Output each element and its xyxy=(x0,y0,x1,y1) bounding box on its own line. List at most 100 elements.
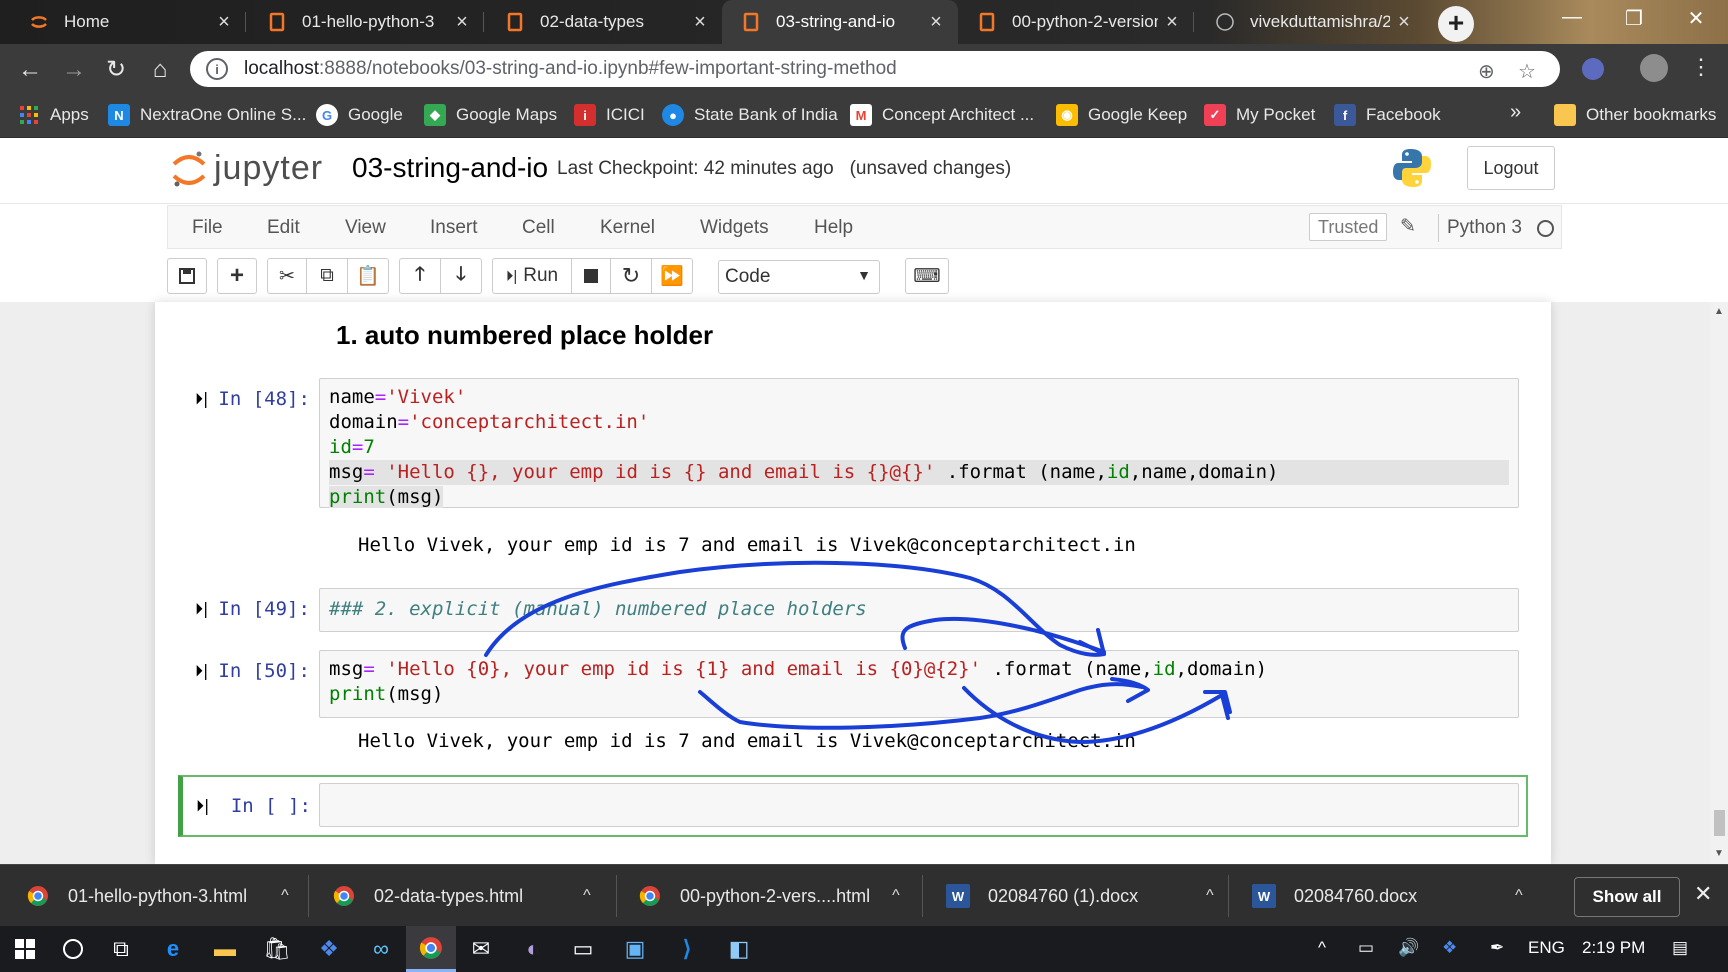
eclipse-icon[interactable]: ◐ xyxy=(508,926,558,972)
tab-00-python-2-version[interactable]: 00-python-2-version × xyxy=(958,0,1194,44)
menu-view[interactable]: View xyxy=(345,217,386,239)
command-palette-button[interactable]: ⌨ xyxy=(905,258,949,294)
download-item[interactable]: 02-data-types.html ^ xyxy=(332,880,591,912)
store-icon[interactable]: 🛍 xyxy=(252,926,302,972)
remote-desktop-icon[interactable]: ▣ xyxy=(610,926,660,972)
run-cell-icon[interactable]: ⏵| xyxy=(195,661,208,681)
edge-icon[interactable]: e xyxy=(148,926,198,972)
tab-github[interactable]: vivekduttamishra/20 × xyxy=(1196,0,1426,44)
reload-icon[interactable]: ↻ xyxy=(102,56,130,84)
cut-button[interactable]: ✂ xyxy=(267,258,307,294)
logout-button[interactable]: Logout xyxy=(1467,146,1555,190)
bookmark-concept-architect[interactable]: M Concept Architect ... xyxy=(850,104,1034,126)
notes-icon[interactable]: ◧ xyxy=(714,926,764,972)
scroll-up-icon[interactable]: ▲ xyxy=(1714,306,1724,317)
menu-help[interactable]: Help xyxy=(814,217,853,239)
infinity-icon[interactable]: ∞ xyxy=(356,926,406,972)
dropbox-tray-icon[interactable]: ❖ xyxy=(1442,938,1457,958)
insert-cell-button[interactable]: + xyxy=(217,258,257,294)
show-all-button[interactable]: Show all xyxy=(1574,877,1680,917)
info-icon[interactable]: i xyxy=(206,58,228,80)
tab-home[interactable]: Home × xyxy=(10,0,246,44)
close-icon[interactable]: × xyxy=(686,11,714,34)
close-icon[interactable]: ✕ xyxy=(1694,881,1712,907)
cell-48-input[interactable]: name='Vivek' domain='conceptarchitect.in… xyxy=(319,378,1519,508)
close-icon[interactable]: × xyxy=(1390,11,1418,34)
task-view-icon[interactable]: ⧉ xyxy=(96,926,146,972)
save-button[interactable] xyxy=(167,258,207,294)
file-explorer-icon[interactable]: ▬ xyxy=(200,926,250,972)
bookmark-icici[interactable]: i ICICI xyxy=(574,104,645,126)
download-item[interactable]: 00-python-2-vers....html ^ xyxy=(638,880,900,912)
close-icon[interactable]: × xyxy=(448,11,476,34)
search-icon[interactable] xyxy=(48,926,98,972)
language-indicator[interactable]: ENG xyxy=(1528,938,1565,958)
bookmark-facebook[interactable]: f Facebook xyxy=(1334,104,1441,126)
vscode-icon[interactable]: ⟩ xyxy=(662,926,712,972)
download-item[interactable]: W 02084760.docx ^ xyxy=(1252,880,1523,912)
copy-button[interactable]: ⧉ xyxy=(306,258,348,294)
chevron-up-icon[interactable]: ^ xyxy=(281,887,289,905)
scrollbar-thumb[interactable] xyxy=(1714,810,1725,836)
cell-type-select[interactable]: Code ▼ xyxy=(718,260,880,294)
menu-cell[interactable]: Cell xyxy=(522,217,555,239)
dropbox-icon[interactable]: ❖ xyxy=(304,926,354,972)
restore-icon[interactable]: ❐ xyxy=(1614,6,1654,31)
vertical-scrollbar[interactable]: ▲ ▼ xyxy=(1710,302,1728,864)
paste-button[interactable]: 📋 xyxy=(347,258,389,294)
mail-icon[interactable]: ✉ xyxy=(456,926,506,972)
run-button[interactable]: ⏵| Run xyxy=(492,258,572,294)
bookmark-google-keep[interactable]: ◉ Google Keep xyxy=(1056,104,1187,126)
extension-icon[interactable] xyxy=(1582,58,1604,80)
bookmark-sbi[interactable]: ● State Bank of India xyxy=(662,104,838,126)
empty-cell-input[interactable] xyxy=(319,783,1519,827)
chevron-up-icon[interactable]: ^ xyxy=(583,887,591,905)
bookmark-apps[interactable]: Apps xyxy=(18,104,89,126)
bookmark-google[interactable]: G Google xyxy=(316,104,403,126)
empty-cell-prompt[interactable]: ⏵| In [ ]: xyxy=(196,795,311,817)
chevron-up-icon[interactable]: ^ xyxy=(1318,938,1326,958)
forward-icon[interactable]: → xyxy=(60,56,88,84)
run-cell-icon[interactable]: ⏵| xyxy=(196,796,209,816)
pen-icon[interactable]: ✒ xyxy=(1490,938,1504,958)
battery-icon[interactable]: ▭ xyxy=(1358,938,1374,958)
chevron-up-icon[interactable]: ^ xyxy=(1206,887,1214,905)
jupyter-logo[interactable]: jupyter xyxy=(172,148,323,188)
chevron-up-icon[interactable]: ^ xyxy=(892,887,900,905)
bookmark-nextraone[interactable]: N NextraOne Online S... xyxy=(108,104,306,126)
menu-edit[interactable]: Edit xyxy=(267,217,300,239)
move-up-button[interactable]: 🡑 xyxy=(399,258,441,294)
notebook-name[interactable]: 03-string-and-io xyxy=(352,152,548,184)
close-icon[interactable]: × xyxy=(922,11,950,34)
tab-02-data-types[interactable]: 02-data-types × xyxy=(486,0,722,44)
volume-icon[interactable]: 🔊 xyxy=(1398,938,1419,958)
scroll-down-icon[interactable]: ▼ xyxy=(1714,848,1724,859)
menu-insert[interactable]: Insert xyxy=(430,217,478,239)
run-cell-icon[interactable]: ⏵| xyxy=(195,599,208,619)
star-icon[interactable]: ☆ xyxy=(1518,59,1536,84)
cell-49-prompt[interactable]: ⏵| In [49]: xyxy=(195,598,310,620)
menu-kernel[interactable]: Kernel xyxy=(600,217,655,239)
bookmark-my-pocket[interactable]: ✓ My Pocket xyxy=(1204,104,1315,126)
download-item[interactable]: 01-hello-python-3.html ^ xyxy=(26,880,289,912)
cell-48-prompt[interactable]: ⏵| In [48]: xyxy=(195,388,310,410)
tab-01-hello-python-3[interactable]: 01-hello-python-3 × xyxy=(248,0,484,44)
close-icon[interactable]: × xyxy=(1158,11,1186,34)
clock[interactable]: 2:19 PM xyxy=(1582,938,1645,958)
bookmark-google-maps[interactable]: ◆ Google Maps xyxy=(424,104,557,126)
zoom-icon[interactable]: ⊕ xyxy=(1478,59,1495,84)
close-icon[interactable]: × xyxy=(210,11,238,34)
console-icon[interactable]: ▭ xyxy=(558,926,608,972)
url-input[interactable]: i localhost:8888/notebooks/03-string-and… xyxy=(190,51,1560,87)
chevron-up-icon[interactable]: ^ xyxy=(1515,887,1523,905)
windows-start-icon[interactable] xyxy=(0,926,50,972)
close-window-icon[interactable]: ✕ xyxy=(1676,6,1716,31)
move-down-button[interactable]: 🡓 xyxy=(440,258,482,294)
more-bookmarks-button[interactable]: » xyxy=(1510,101,1521,124)
run-cell-icon[interactable]: ⏵| xyxy=(195,389,208,409)
cell-50-prompt[interactable]: ⏵| In [50]: xyxy=(195,660,310,682)
pencil-icon[interactable]: ✎ xyxy=(1400,215,1416,238)
download-item[interactable]: W 02084760 (1).docx ^ xyxy=(946,880,1214,912)
other-bookmarks[interactable]: Other bookmarks xyxy=(1554,104,1716,126)
restart-run-all-button[interactable]: ⏩ xyxy=(651,258,693,294)
